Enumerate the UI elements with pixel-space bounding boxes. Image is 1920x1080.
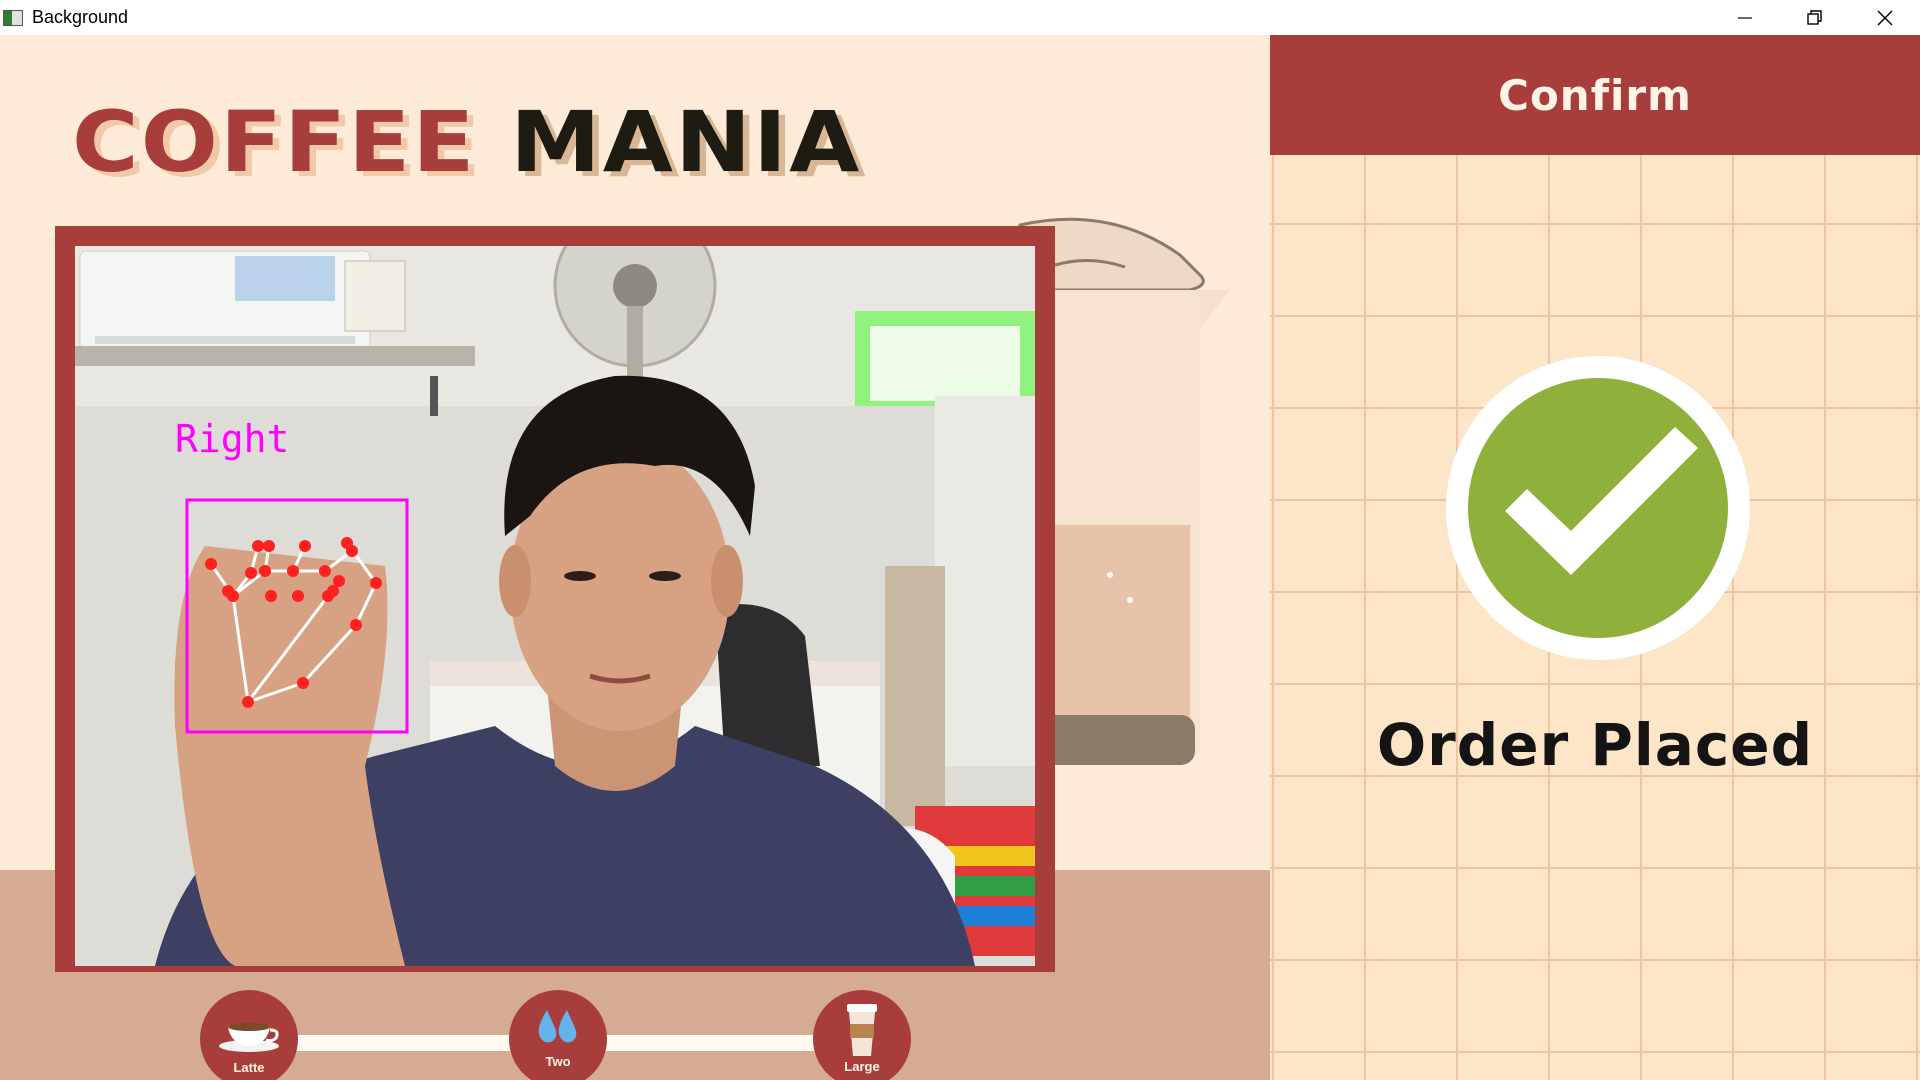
step-label: Two bbox=[545, 1054, 571, 1069]
step-two[interactable]: Two bbox=[509, 990, 607, 1080]
step-label: Large bbox=[844, 1059, 880, 1074]
window-controls bbox=[1710, 0, 1920, 35]
camera-feed: Right bbox=[75, 246, 1035, 966]
restore-icon bbox=[1807, 9, 1822, 25]
app-canvas: COFFEE MANIA Right Latte Two Large Confi… bbox=[0, 35, 1920, 1080]
step-label: Latte bbox=[233, 1060, 265, 1075]
confirm-title: Confirm bbox=[1498, 70, 1692, 120]
camera-frame: Right bbox=[55, 226, 1055, 972]
confirm-panel: Confirm Order Placed bbox=[1270, 35, 1920, 1080]
step-latte[interactable]: Latte bbox=[200, 990, 298, 1080]
app-icon bbox=[3, 9, 23, 26]
close-button[interactable] bbox=[1850, 0, 1920, 35]
window-title-bar: Background bbox=[0, 0, 1920, 35]
confirm-header: Confirm bbox=[1270, 35, 1920, 155]
window-title: Background bbox=[32, 7, 129, 27]
app-logo: COFFEE MANIA bbox=[72, 93, 861, 233]
hand-label: Right bbox=[175, 417, 289, 461]
logo-word-coffee: COFFEE bbox=[72, 93, 477, 191]
check-circle-icon bbox=[1446, 356, 1750, 660]
webcam-image: Right bbox=[75, 246, 1035, 966]
close-icon bbox=[1877, 10, 1893, 25]
order-status-text: Order Placed bbox=[1376, 711, 1814, 779]
restore-button[interactable] bbox=[1780, 0, 1850, 35]
step-large[interactable]: Large bbox=[813, 990, 911, 1080]
left-panel: COFFEE MANIA Right Latte Two Large bbox=[0, 35, 1270, 1080]
logo-word-mania: MANIA bbox=[510, 93, 862, 191]
minimize-button[interactable] bbox=[1710, 0, 1780, 35]
minimize-icon bbox=[1738, 16, 1752, 19]
